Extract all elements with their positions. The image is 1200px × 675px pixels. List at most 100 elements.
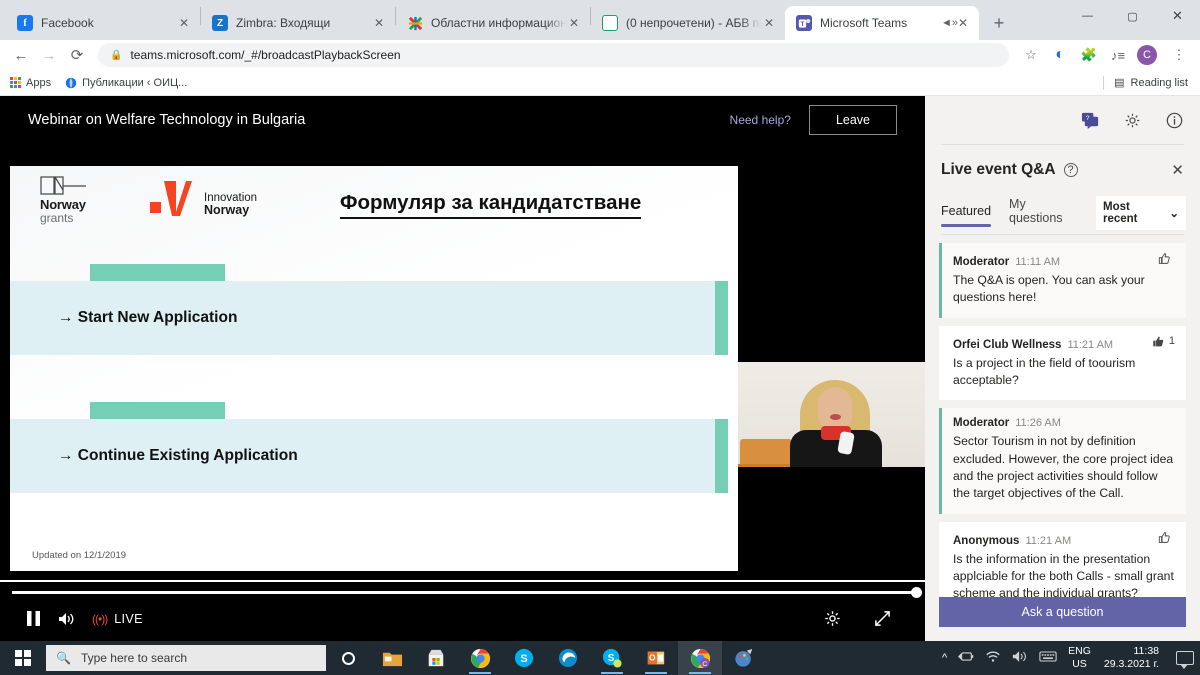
- playlist-icon[interactable]: ♪≡: [1105, 42, 1131, 68]
- slide-item-start-new: → Start New Application: [10, 264, 728, 355]
- event-title: Webinar on Welfare Technology in Bulgari…: [28, 112, 306, 128]
- browser-tab-zimbra[interactable]: Z Zimbra: Входящи ✕: [201, 6, 395, 40]
- presenter-face: [818, 387, 852, 431]
- pen-battery-icon[interactable]: [958, 650, 974, 666]
- reading-list-icon: ▤: [1114, 77, 1125, 89]
- bookmark-apps[interactable]: Apps: [10, 77, 51, 89]
- close-icon[interactable]: ✕: [176, 17, 192, 29]
- pause-icon[interactable]: [16, 602, 50, 636]
- close-icon[interactable]: ✕: [761, 17, 777, 29]
- message-header: Moderator 11:11 AM: [953, 252, 1175, 268]
- accent-edge: [715, 281, 728, 355]
- slide-item-body: → Continue Existing Application: [10, 419, 728, 493]
- norway-grants-logo: Norway grants: [40, 172, 100, 224]
- progress-bar[interactable]: [12, 587, 922, 598]
- innovation-norway-mark: [150, 178, 192, 218]
- new-tab-button[interactable]: +: [985, 9, 1013, 37]
- profile-avatar[interactable]: C: [1137, 45, 1157, 65]
- puzzle-icon[interactable]: 🧩: [1076, 42, 1102, 68]
- help-icon[interactable]: ?: [1063, 163, 1078, 177]
- forward-icon[interactable]: →: [36, 42, 62, 68]
- c-extension-icon[interactable]: ◐: [1047, 42, 1073, 68]
- volume-icon[interactable]: [50, 602, 84, 636]
- tab-featured[interactable]: Featured: [941, 198, 992, 227]
- like-button[interactable]: [1158, 531, 1175, 544]
- reload-icon[interactable]: ⟳: [64, 42, 90, 68]
- sort-dropdown[interactable]: Most recent ⌄: [1095, 195, 1186, 230]
- qa-header: Live event Q&A ? ✕: [925, 145, 1200, 185]
- innovation-norway-logo: Innovation Norway: [150, 178, 257, 218]
- qna-icon[interactable]: ?: [1080, 110, 1100, 130]
- address-bar[interactable]: 🔒 teams.microsoft.com/_#/broadcastPlayba…: [98, 43, 1009, 67]
- ask-a-question-button[interactable]: Ask a question: [939, 597, 1186, 627]
- close-icon[interactable]: ✕: [1171, 161, 1184, 179]
- qa-panel: ? Live event Q&A ? ✕ Featured My questio…: [925, 96, 1200, 641]
- message-header: Anonymous 11:21 AM: [953, 531, 1175, 547]
- tray-chevron-icon[interactable]: ^: [942, 652, 947, 664]
- browser-tab-oic[interactable]: Областни информационни це ✕: [396, 6, 590, 40]
- clock[interactable]: 11:38 29.3.2021 г.: [1104, 645, 1159, 671]
- file-explorer-icon[interactable]: [370, 641, 414, 675]
- reading-list-label: Reading list: [1130, 76, 1188, 89]
- star-icon[interactable]: ☆: [1018, 42, 1044, 68]
- window-controls: — ▢ ✕: [1065, 0, 1200, 32]
- browser-tab-facebook[interactable]: f Facebook ✕: [6, 6, 200, 40]
- message-time: 11:21 AM: [1025, 534, 1072, 547]
- slide-item-label: → Continue Existing Application: [58, 447, 298, 464]
- page-content: Webinar on Welfare Technology in Bulgari…: [0, 96, 1200, 641]
- need-help-link[interactable]: Need help?: [730, 113, 791, 127]
- like-button[interactable]: [1158, 252, 1175, 265]
- leave-button[interactable]: Leave: [808, 105, 897, 135]
- window-close-button[interactable]: ✕: [1155, 0, 1200, 32]
- back-icon[interactable]: ←: [8, 42, 34, 68]
- wifi-icon[interactable]: [985, 650, 1001, 666]
- svg-text:S: S: [520, 653, 527, 665]
- gear-icon[interactable]: [1122, 110, 1142, 130]
- keyboard-icon[interactable]: [1039, 650, 1057, 666]
- notification-icon[interactable]: [1176, 651, 1194, 669]
- browser-menu-icon[interactable]: ⋮: [1166, 42, 1192, 68]
- screen: f Facebook ✕ Z Zimbra: Входящи ✕ Областн…: [0, 0, 1200, 675]
- chrome-profile-icon[interactable]: C: [678, 641, 722, 675]
- google-chrome-icon[interactable]: [458, 641, 502, 675]
- reading-list-button[interactable]: ▤ Reading list: [1103, 75, 1188, 90]
- qa-message[interactable]: Moderator 11:11 AM The Q&A is open. You …: [939, 243, 1186, 318]
- mute-tab-icon[interactable]: ◄»: [941, 17, 958, 29]
- browser-tab-abv[interactable]: ⌂ (0 непрочетени) - АБВ поща ✕: [591, 6, 785, 40]
- bookmark-oic[interactable]: Публикации ‹ ОИЦ...: [65, 77, 187, 89]
- skype-business-icon[interactable]: S: [590, 641, 634, 675]
- message-author: Orfei Club Wellness: [953, 338, 1062, 351]
- qa-tabs: Featured My questions Most recent ⌄: [925, 185, 1200, 234]
- skype-icon[interactable]: S: [502, 641, 546, 675]
- message-time: 11:21 AM: [1067, 338, 1114, 351]
- close-icon[interactable]: ✕: [371, 17, 387, 29]
- stage-header: Webinar on Welfare Technology in Bulgari…: [0, 96, 925, 144]
- close-icon[interactable]: ✕: [955, 17, 971, 29]
- broadcast-stage: Webinar on Welfare Technology in Bulgari…: [0, 96, 925, 641]
- taskbar-search-input[interactable]: 🔍 Type here to search: [46, 645, 326, 671]
- browser-tab-teams[interactable]: T Microsoft Teams ◄» ✕: [785, 6, 979, 40]
- edge-icon[interactable]: [546, 641, 590, 675]
- minimize-button[interactable]: —: [1065, 0, 1110, 32]
- microsoft-store-icon[interactable]: [414, 641, 458, 675]
- tab-my-questions[interactable]: My questions: [1009, 191, 1078, 234]
- qa-message[interactable]: Moderator 11:26 AM Sector Tourism in not…: [939, 408, 1186, 514]
- maximize-button[interactable]: ▢: [1110, 0, 1155, 32]
- qa-message[interactable]: Orfei Club Wellness 11:21 AM 1 Is a proj…: [939, 325, 1186, 401]
- tab-title: Областни информационни це: [431, 16, 566, 30]
- innovation-line2: Norway: [204, 203, 250, 218]
- info-icon[interactable]: [1164, 110, 1184, 130]
- paint-icon[interactable]: [722, 641, 766, 675]
- outlook-icon[interactable]: O: [634, 641, 678, 675]
- gear-icon[interactable]: [815, 602, 849, 636]
- fullscreen-icon[interactable]: [865, 602, 899, 636]
- language-indicator[interactable]: ENG US: [1068, 645, 1091, 670]
- windows-start-icon[interactable]: [0, 641, 46, 675]
- volume-icon[interactable]: [1012, 650, 1028, 666]
- message-header: Moderator 11:26 AM: [953, 417, 1175, 429]
- accent-tab: [90, 402, 225, 419]
- close-icon[interactable]: ✕: [566, 17, 582, 29]
- like-button[interactable]: 1: [1152, 335, 1175, 348]
- player-divider: [0, 580, 925, 582]
- cortana-circle-icon[interactable]: [326, 641, 370, 675]
